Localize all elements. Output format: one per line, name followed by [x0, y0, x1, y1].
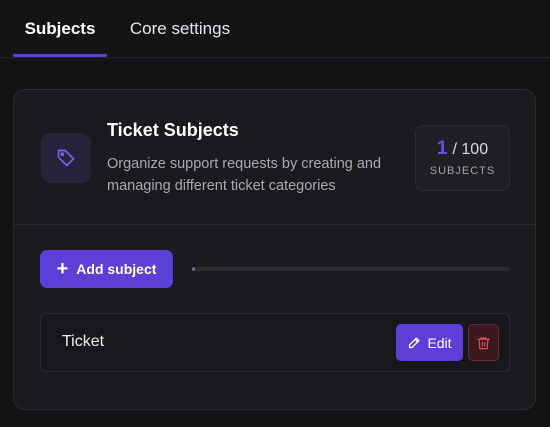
active-tab-indicator [13, 54, 107, 57]
card-description: Organize support requests by creating an… [107, 156, 382, 194]
plus-icon: + [56, 258, 69, 280]
subject-label: Ticket [62, 333, 105, 350]
divider [14, 224, 535, 225]
tab-core-settings[interactable]: Core settings [120, 0, 240, 58]
trash-icon [477, 336, 490, 349]
add-subject-button[interactable]: + Add subject [40, 250, 173, 288]
pencil-icon [409, 337, 420, 349]
add-subject-label: Add subject [76, 261, 157, 277]
list-item: Ticket Edit [40, 313, 510, 372]
ticket-subjects-card: Ticket Subjects Organize support request… [13, 89, 536, 410]
counter-max: / 100 [452, 141, 489, 158]
subjects-counter: 1 / 100 SUBJECTS [415, 125, 510, 191]
card-title: Ticket Subjects [107, 120, 239, 140]
tab-subjects[interactable]: Subjects [13, 0, 107, 58]
subjects-progress-bar [192, 267, 510, 271]
counter-current: 1 [436, 138, 448, 159]
tag-icon [41, 133, 91, 183]
edit-button[interactable]: Edit [396, 324, 463, 361]
progress-fill [192, 267, 196, 271]
counter-label: SUBJECTS [429, 165, 496, 177]
edit-label: Edit [427, 334, 452, 351]
tab-bar: Subjects Core settings [0, 0, 550, 58]
delete-button[interactable] [468, 324, 499, 361]
